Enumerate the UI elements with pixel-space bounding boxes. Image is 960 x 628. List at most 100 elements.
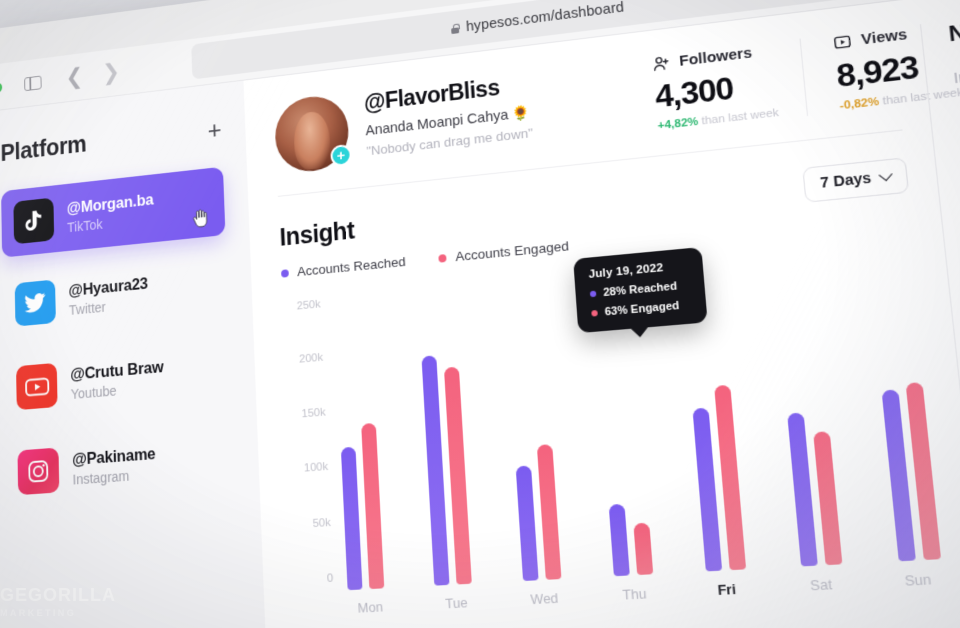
play-box-icon xyxy=(833,33,853,52)
main-content: @FlavorBliss Ananda Moanpi Cahya 🌻 "Nobo… xyxy=(243,0,960,628)
legend-dot-engaged xyxy=(438,253,447,263)
chart-y-tick: 0 xyxy=(326,572,334,586)
chart-y-tick: 150k xyxy=(301,406,326,421)
stat-delta-note: than last week xyxy=(701,106,780,128)
chart-x-tick: Fri xyxy=(716,580,737,599)
tiktok-icon xyxy=(13,197,55,245)
sidebar-item-youtube[interactable]: @Crutu Braw Youtube xyxy=(4,335,232,423)
bar-accounts-engaged[interactable] xyxy=(361,422,385,590)
tooltip-tail xyxy=(629,326,650,339)
bar-accounts-reached[interactable] xyxy=(608,503,630,577)
chart-x-tick: Mon xyxy=(357,598,384,616)
bar-accounts-engaged[interactable] xyxy=(813,431,843,566)
profile-text: @FlavorBliss Ananda Moanpi Cahya 🌻 "Nobo… xyxy=(363,71,533,165)
chart-x-tick: Tue xyxy=(444,594,468,612)
stat-delta-value: -0,82% xyxy=(839,95,880,113)
youtube-icon xyxy=(16,362,58,411)
sidebar-item-text: @Pakiname Instagram xyxy=(72,445,156,487)
audience-title: Audience xyxy=(297,612,957,628)
tab-inbox-label: Inbox xyxy=(952,65,960,88)
date-range-dropdown[interactable]: 7 Days xyxy=(802,157,910,203)
chart-bar-group[interactable] xyxy=(881,382,942,562)
chart-y-tick: 250k xyxy=(296,298,321,313)
notification-title: Notification xyxy=(947,5,960,47)
legend-label-reached: Accounts Reached xyxy=(296,254,407,280)
tooltip-dot-reached xyxy=(589,290,597,298)
url-text: hypesos.com/dashboard xyxy=(465,0,625,36)
watermark-line1: GEGORILLA xyxy=(0,585,116,605)
chevron-left-icon[interactable]: ❮ xyxy=(65,64,83,91)
bar-accounts-reached[interactable] xyxy=(515,465,539,582)
chart-y-tick: 200k xyxy=(298,352,324,367)
stat-delta-value: +4,82% xyxy=(657,115,699,133)
bar-accounts-engaged[interactable] xyxy=(443,366,472,585)
chart-x-tick: Sun xyxy=(903,570,933,590)
chart-tooltip: July 19, 2022 28% Reached 63% Engaged xyxy=(573,247,708,339)
sidebar-item-text: @Morgan.ba TikTok xyxy=(67,191,155,235)
user-plus-icon xyxy=(652,54,671,73)
tooltip-reached: 28% Reached xyxy=(602,280,678,300)
legend-dot-reached xyxy=(281,268,289,278)
chart-bar-group[interactable] xyxy=(514,444,562,582)
traffic-light-green[interactable] xyxy=(0,81,3,93)
date-range-label: 7 Days xyxy=(819,170,873,192)
insight-title: Insight xyxy=(279,216,356,252)
add-platform-button[interactable]: + xyxy=(207,115,222,145)
twitter-icon xyxy=(14,279,56,327)
chart-bar-group[interactable] xyxy=(691,384,747,572)
chart-bar-group[interactable] xyxy=(421,353,472,586)
sidebar-header: Platform + xyxy=(0,115,222,167)
add-badge-icon[interactable] xyxy=(330,143,352,168)
sidebar-item-text: @Hyaura23 Twitter xyxy=(68,275,148,318)
sidebar-item-twitter[interactable]: @Hyaura23 Twitter xyxy=(2,250,228,340)
chart-bar-group[interactable] xyxy=(608,502,653,577)
tooltip-dot-engaged xyxy=(591,309,598,317)
stat-value: 4,300 xyxy=(653,69,735,115)
sidebar-item-platform: Instagram xyxy=(72,467,130,488)
platform-sidebar: Platform + @Morgan.ba TikTok @Hyaura23 T… xyxy=(0,80,272,628)
sidebar-item-text: @Crutu Braw Youtube xyxy=(70,358,164,402)
avatar[interactable] xyxy=(273,92,352,175)
legend-item-engaged: Accounts Engaged xyxy=(438,238,569,265)
chart-x-tick: Sat xyxy=(809,575,833,594)
instagram-icon xyxy=(17,447,60,496)
stat-label: Views xyxy=(860,25,908,49)
watermark: GEGORILLA MARKETING xyxy=(0,585,116,618)
stat-label: Followers xyxy=(678,44,753,70)
chevron-right-icon[interactable]: ❯ xyxy=(102,59,120,86)
insight-bar-chart: 0 50k 100k 150k 200k 250k July 19, 2022 28% R… xyxy=(282,242,948,593)
lock-icon xyxy=(451,24,459,34)
legend-label-engaged: Accounts Engaged xyxy=(455,238,570,265)
sidebar-title: Platform xyxy=(0,131,87,167)
main-left-column: @FlavorBliss Ananda Moanpi Cahya 🌻 "Nobo… xyxy=(244,20,960,628)
tooltip-engaged-row: 63% Engaged xyxy=(591,299,691,320)
profile-block: @FlavorBliss Ananda Moanpi Cahya 🌻 "Nobo… xyxy=(273,60,628,175)
sidebar-item-instagram[interactable]: @Pakiname Instagram xyxy=(5,422,235,509)
sidebar-item-tiktok[interactable]: @Morgan.ba TikTok xyxy=(1,166,226,258)
stat-card-followers: Followers 4,300 +4,82% than last week xyxy=(622,42,780,136)
chart-bar-group[interactable] xyxy=(787,411,843,567)
bar-accounts-engaged[interactable] xyxy=(632,522,653,576)
chart-y-tick: 50k xyxy=(312,516,332,530)
tooltip-date: July 19, 2022 xyxy=(588,261,664,281)
chart-x-tick: Thu xyxy=(621,585,648,603)
app-page: Platform + @Morgan.ba TikTok @Hyaura23 T… xyxy=(0,0,960,628)
tooltip-reached-row: 28% Reached xyxy=(589,279,690,300)
tab-inbox[interactable]: Inbox 8 xyxy=(953,62,960,95)
bar-accounts-reached[interactable] xyxy=(340,446,363,591)
browser-window: ❮ ❯ hypesos.com/dashboard Platform + @Mo… xyxy=(0,0,960,628)
sidebar-toggle-icon[interactable] xyxy=(24,75,42,91)
perspective-scene: ❮ ❯ hypesos.com/dashboard Platform + @Mo… xyxy=(0,0,960,628)
chart-plot-area: July 19, 2022 28% Reached 63% Engaged xyxy=(328,242,948,591)
legend-item-reached: Accounts Reached xyxy=(281,254,406,281)
chart-x-tick: Wed xyxy=(530,589,559,608)
notification-tabs: Inbox 8 Following 12 xyxy=(953,43,960,108)
bar-accounts-engaged[interactable] xyxy=(536,444,562,580)
chart-bar-group[interactable] xyxy=(340,422,385,591)
chevron-down-icon xyxy=(878,167,893,181)
pointer-cursor-icon xyxy=(191,208,208,229)
screenshot-stage: ❮ ❯ hypesos.com/dashboard Platform + @Mo… xyxy=(0,0,960,628)
tooltip-engaged: 63% Engaged xyxy=(604,299,680,319)
chart-y-tick: 100k xyxy=(303,461,329,475)
watermark-line2: MARKETING xyxy=(0,608,77,618)
